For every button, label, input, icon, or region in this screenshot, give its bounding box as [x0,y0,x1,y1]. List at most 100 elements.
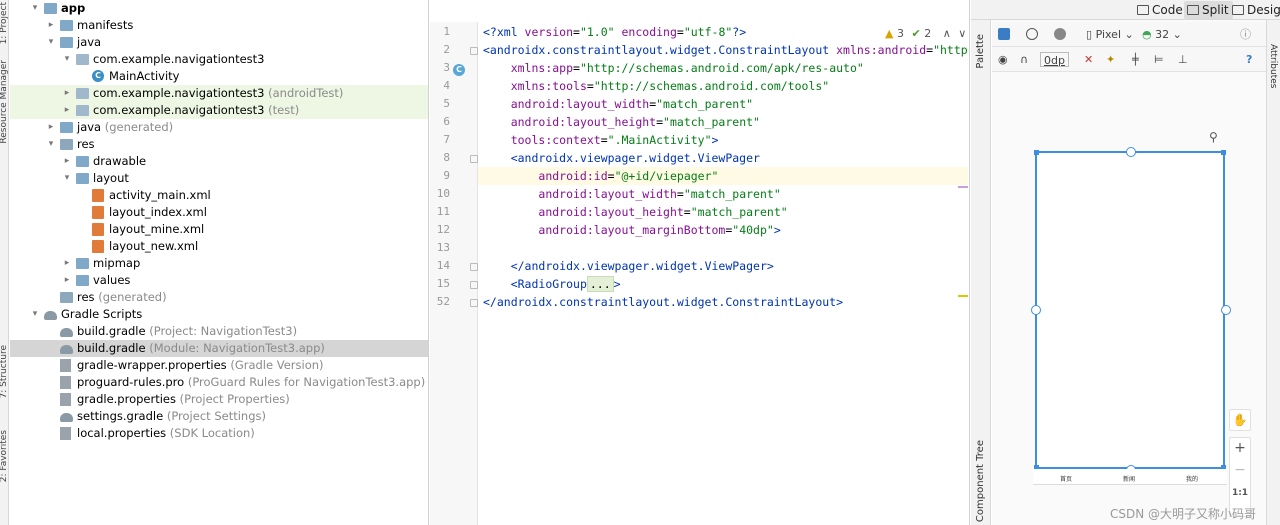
class-gutter-icon[interactable]: C [453,64,465,76]
radiogroup-preview[interactable]: 首页 新闻 我的 [1033,469,1227,485]
code-line[interactable]: xmlns:app="http://schemas.android.com/ap… [483,59,864,77]
collapsed-arrow-icon[interactable]: ▸ [62,153,72,170]
tree-row[interactable]: C MainActivity [10,68,428,85]
orientation-icon[interactable] [1026,28,1038,40]
tree-row[interactable]: ▾ com.example.navigationtest3 [10,51,428,68]
viewpager-preview[interactable] [1031,147,1231,475]
code-line[interactable]: <androidx.constraintlayout.widget.Constr… [483,41,968,59]
collapsed-arrow-icon[interactable]: ▸ [62,272,72,289]
tree-row[interactable]: ▾ res [10,136,428,153]
expanded-arrow-icon[interactable]: ▾ [30,306,40,323]
collapsed-arrow-icon[interactable]: ▸ [62,255,72,272]
pan-hand-button[interactable]: ✋ [1229,409,1251,431]
tree-row[interactable]: build.gradle (Project: NavigationTest3) [10,323,428,340]
tree-row[interactable]: ▾ layout [10,170,428,187]
tree-row[interactable]: gradle.properties (Project Properties) [10,391,428,408]
default-margin-selector[interactable]: 0dp [1040,52,1069,67]
code-area[interactable]: <?xml version="1.0" encoding="utf-8"?> <a… [478,22,968,525]
tree-row[interactable]: build.gradle (Module: NavigationTest3.ap… [10,340,428,357]
expanded-arrow-icon[interactable]: ▾ [46,34,56,51]
layout-preview-canvas[interactable]: ⚲ 首页 新闻 我的 ✋ + − 1:1 [992,72,1266,525]
fold-marker-icon[interactable] [470,155,478,163]
code-line[interactable]: tools:context=".MainActivity"> [483,131,719,149]
collapsed-arrow-icon[interactable]: ▸ [62,102,72,119]
eye-icon[interactable]: ◉ [998,52,1008,67]
guidelines-icon[interactable]: ╪ [1132,52,1139,67]
zoom-in-button[interactable]: + [1230,440,1250,456]
chevron-up-icon[interactable]: ∧ [943,27,951,40]
tree-row[interactable]: activity_main.xml [10,187,428,204]
inspection-widget[interactable]: ▲ 3 ✔ 2 ∧ ∨ [885,27,966,40]
collapsed-arrow-icon[interactable]: ▸ [62,85,72,102]
collapsed-arrow-icon[interactable]: ▸ [46,119,56,136]
fold-marker-icon[interactable] [470,263,478,271]
tree-row[interactable]: ▸ manifests [10,17,428,34]
infer-constraints-icon[interactable]: ✦ [1106,52,1115,67]
component-tree-tab[interactable]: Component Tree [975,440,986,522]
code-line[interactable]: </androidx.constraintlayout.widget.Const… [483,293,843,311]
api-selector[interactable]: ◓ 32 ⌄ [1142,27,1182,42]
warning-stripe-marker[interactable] [958,295,968,297]
top-constraint-handle[interactable] [1126,147,1136,157]
baseline-icon[interactable]: ⊥ [1178,52,1188,67]
code-line[interactable]: <RadioGroup... > [483,275,621,293]
folded-region[interactable]: ... [586,276,614,292]
tree-row[interactable]: ▸ java (generated) [10,119,428,136]
code-mode-button[interactable]: Code [1134,1,1187,19]
fold-marker-icon[interactable] [470,281,478,289]
code-editor[interactable]: C 1 2 3 4 5 6 7 8 9 10 11 12 13 14 15 52 <?xml version=… [430,0,970,525]
tree-row[interactable]: ▾ app [10,0,428,17]
tree-row[interactable]: gradle-wrapper.properties (Gradle Versio… [10,357,428,374]
design-mode-button[interactable]: Design [1229,1,1280,19]
layers-icon[interactable] [998,28,1010,40]
resize-handle[interactable] [1221,150,1226,155]
zoom-one-to-one-button[interactable]: 1:1 [1230,488,1250,498]
favorites-tool-tab[interactable]: 2: Favorites [0,430,9,482]
structure-tool-tab[interactable]: 7: Structure [0,345,9,399]
collapsed-arrow-icon[interactable]: ▸ [46,17,56,34]
magnet-icon[interactable]: ∩ [1020,52,1028,67]
night-mode-icon[interactable] [1054,28,1066,40]
code-line[interactable]: android:layout_width="match_parent" [483,185,780,203]
code-line[interactable]: <androidx.viewpager.widget.ViewPager [483,149,760,167]
resource-manager-tab[interactable]: Resource Manager [0,60,9,144]
right-constraint-handle[interactable] [1221,305,1231,315]
palette-tab[interactable]: Palette [975,34,986,69]
wrench-icon[interactable]: ⚲ [1209,130,1218,144]
attributes-tab[interactable]: Attributes [1268,44,1278,88]
code-line[interactable]: <?xml version="1.0" encoding="utf-8"?> [483,23,746,41]
help-icon[interactable]: ? [1246,52,1252,67]
expanded-arrow-icon[interactable]: ▾ [46,136,56,153]
tree-row[interactable]: ▸ mipmap [10,255,428,272]
code-line[interactable]: android:layout_height="match_parent" [483,113,760,131]
code-line[interactable]: android:layout_marginBottom="40dp"> [483,221,780,239]
clear-constraints-icon[interactable]: ✕ [1084,52,1093,67]
code-line[interactable]: android:id="@+id/viepager" [478,167,968,185]
tree-row[interactable]: ▸ com.example.navigationtest3 (test) [10,102,428,119]
code-line[interactable]: android:layout_width="match_parent" [483,95,753,113]
split-mode-button[interactable]: Split [1184,1,1233,19]
code-line[interactable]: android:layout_height="match_parent" [483,203,787,221]
tree-row[interactable]: layout_new.xml [10,238,428,255]
fold-marker-icon[interactable] [470,47,478,55]
code-line[interactable]: </androidx.viewpager.widget.ViewPager> [483,257,774,275]
zoom-out-button[interactable]: − [1230,462,1250,478]
expanded-arrow-icon[interactable]: ▾ [30,0,40,17]
align-icon[interactable]: ⊨ [1154,52,1164,67]
warning-info-icon[interactable]: ⓘ [1240,27,1251,42]
chevron-down-icon[interactable]: ∨ [958,27,966,40]
tree-row[interactable]: layout_index.xml [10,204,428,221]
tree-row[interactable]: res (generated) [10,289,428,306]
tree-row[interactable]: ▸ drawable [10,153,428,170]
tree-row[interactable]: ▸ com.example.navigationtest3 (androidTes… [10,85,428,102]
resize-handle[interactable] [1034,150,1039,155]
tree-row[interactable]: ▾ Gradle Scripts [10,306,428,323]
code-line[interactable]: xmlns:tools="http://schemas.android.com/… [483,77,830,95]
tree-row[interactable]: proguard-rules.pro (ProGuard Rules for N… [10,374,428,391]
tree-row[interactable]: settings.gradle (Project Settings) [10,408,428,425]
fold-marker-icon[interactable] [470,299,478,307]
project-tool-tab[interactable]: 1: Project [0,2,9,44]
expanded-arrow-icon[interactable]: ▾ [62,51,72,68]
device-selector[interactable]: ▯ Pixel ⌄ [1086,27,1134,42]
tree-row[interactable]: layout_mine.xml [10,221,428,238]
